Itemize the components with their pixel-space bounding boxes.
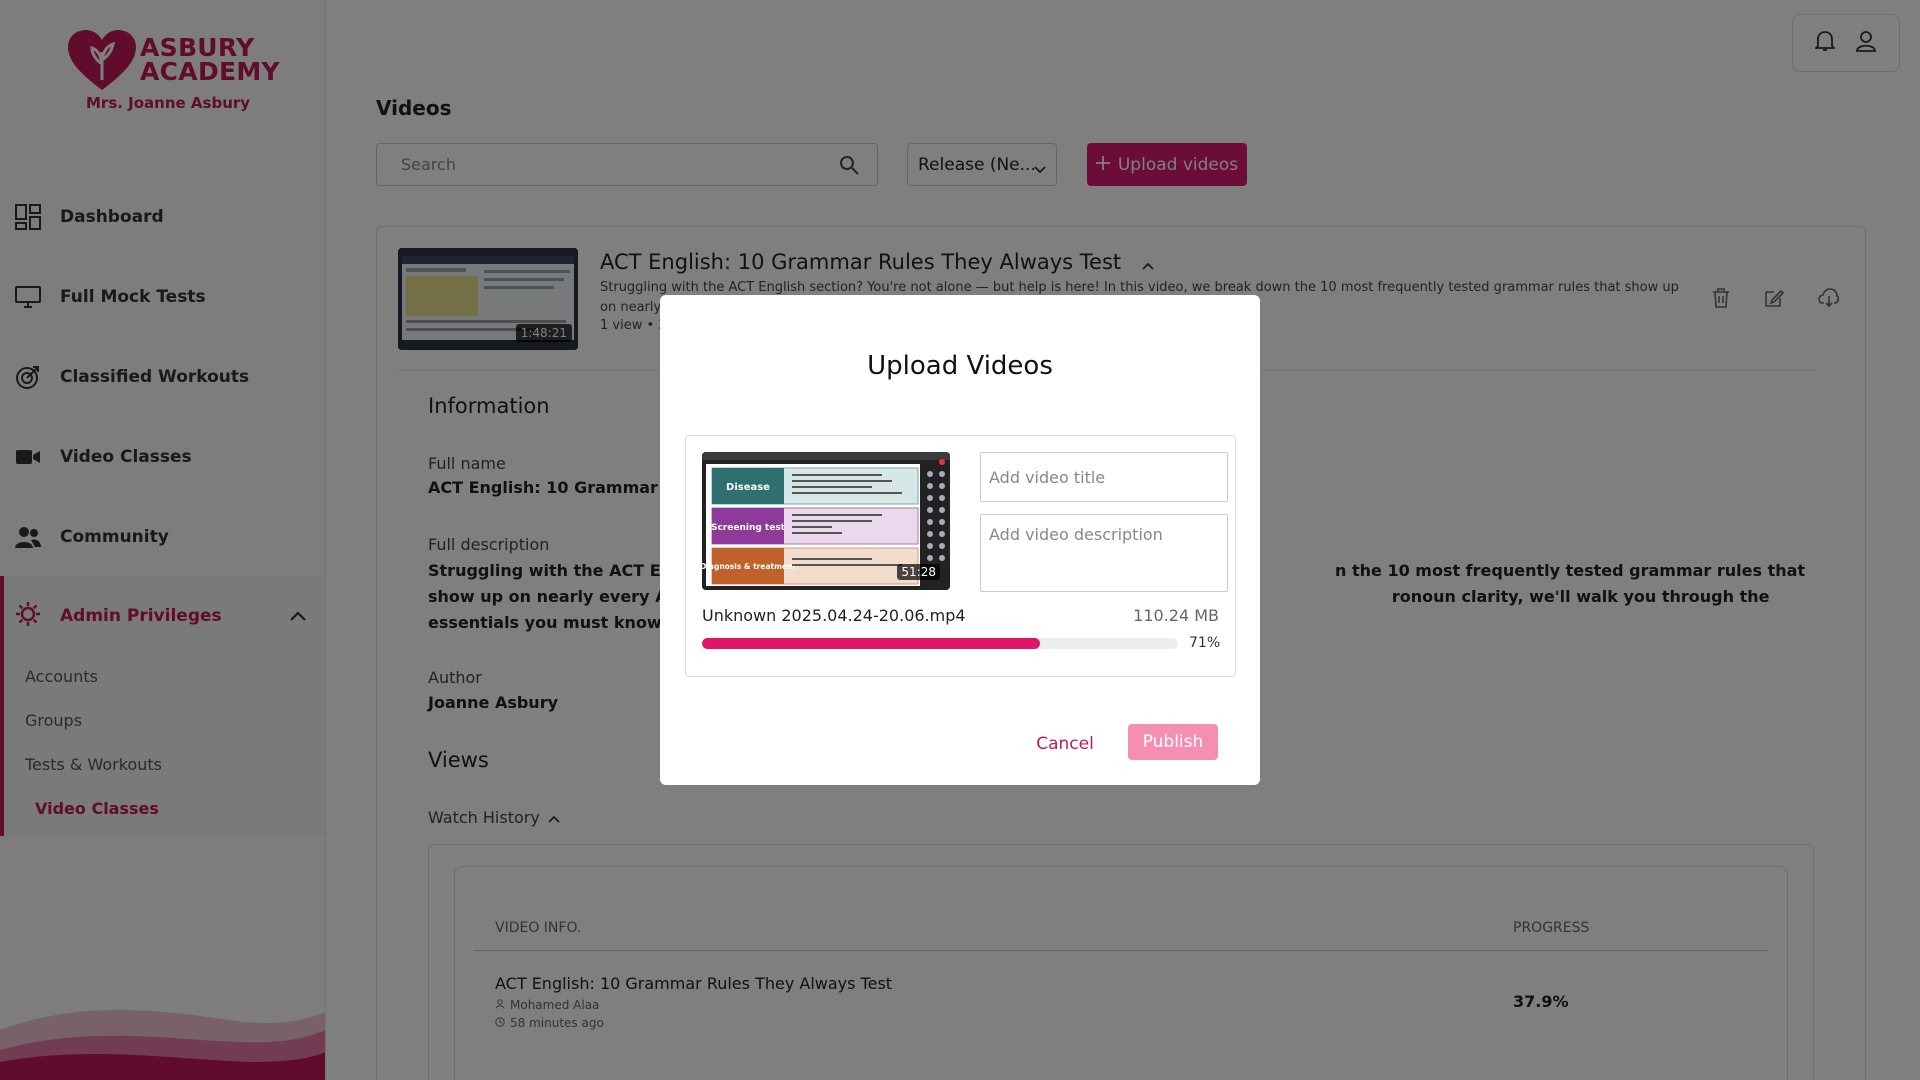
video-description-input[interactable]: [980, 514, 1228, 592]
upload-preview: Disease Screening test Diagnosis & treat…: [702, 452, 950, 590]
upload-file-name: Unknown 2025.04.24-20.06.mp4: [702, 606, 966, 625]
preview-row-screening: Screening test: [711, 523, 786, 533]
upload-progress-fill: [702, 638, 1040, 649]
video-title-input[interactable]: [980, 452, 1228, 502]
upload-videos-modal: Upload Videos Disease Screening test Dia…: [660, 295, 1260, 785]
upload-file-size: 110.24 MB: [1133, 606, 1219, 625]
modal-title: Upload Videos: [867, 351, 1053, 381]
upload-item: Disease Screening test Diagnosis & treat…: [685, 435, 1236, 677]
preview-row-diagnosis: Diagnosis & treatment: [702, 562, 796, 571]
upload-progress-bar: [702, 638, 1178, 649]
preview-row-disease: Disease: [726, 482, 770, 493]
cancel-button[interactable]: Cancel: [1030, 727, 1100, 761]
publish-button[interactable]: Publish: [1128, 724, 1218, 760]
preview-duration: 51:28: [897, 564, 940, 580]
upload-progress-percent: 71%: [1189, 635, 1221, 651]
